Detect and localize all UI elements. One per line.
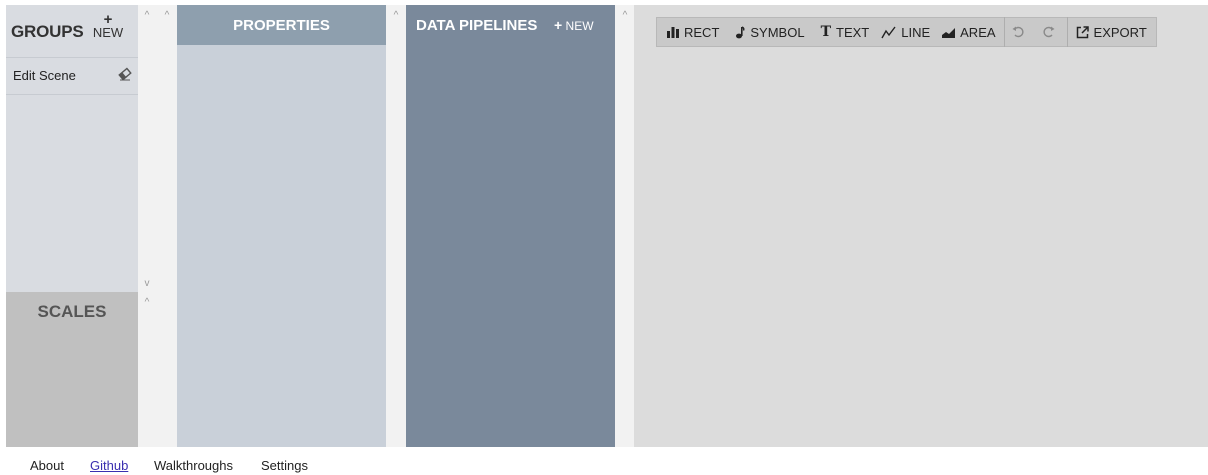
properties-title: PROPERTIES bbox=[233, 17, 330, 34]
properties-header: PROPERTIES bbox=[177, 5, 386, 45]
properties-scroll-up-icon[interactable]: ^ bbox=[161, 11, 173, 21]
groups-scrollbar[interactable]: ^ v ^ bbox=[138, 5, 157, 447]
add-area-button[interactable]: AREA bbox=[936, 18, 1003, 46]
walkthroughs-link[interactable]: Walkthroughs bbox=[154, 458, 233, 473]
export-button[interactable]: EXPORT bbox=[1068, 18, 1156, 46]
scales-panel: SCALES bbox=[6, 292, 138, 447]
edit-scene-item[interactable]: Edit Scene bbox=[6, 57, 138, 95]
rect-label: RECT bbox=[684, 24, 720, 40]
bar-chart-icon bbox=[667, 27, 679, 38]
export-icon bbox=[1076, 25, 1089, 38]
data-pipelines-title: DATA PIPELINES bbox=[416, 17, 538, 34]
area-label: AREA bbox=[960, 24, 996, 40]
new-group-label: NEW bbox=[92, 25, 124, 40]
settings-link[interactable]: Settings bbox=[261, 458, 308, 473]
groups-header: GROUPS + NEW bbox=[6, 5, 138, 53]
groups-scroll-down-icon[interactable]: v bbox=[141, 279, 153, 289]
plus-icon: + bbox=[554, 17, 563, 33]
symbol-label: SYMBOL bbox=[750, 24, 805, 40]
groups-scroll-up-icon[interactable]: ^ bbox=[141, 11, 153, 21]
footer: About Github Walkthroughs Settings bbox=[0, 456, 1208, 475]
add-text-button[interactable]: T TEXT bbox=[811, 18, 876, 46]
new-pipeline-label: NEW bbox=[565, 19, 594, 33]
mark-toolbar: RECT SYMBOL T TEXT LINE AREA EXPORT bbox=[656, 17, 1157, 47]
text-label: TEXT bbox=[836, 24, 870, 40]
properties-panel: PROPERTIES bbox=[177, 5, 386, 447]
scales-scroll-up-icon[interactable]: ^ bbox=[141, 298, 153, 308]
groups-panel: GROUPS + NEW Edit Scene bbox=[6, 5, 138, 292]
canvas-scroll-up-icon[interactable]: ^ bbox=[619, 11, 631, 21]
eraser-icon[interactable] bbox=[118, 67, 132, 86]
new-group-button[interactable]: + NEW bbox=[90, 12, 126, 40]
redo-icon bbox=[1043, 26, 1055, 38]
properties-left-rail[interactable]: ^ bbox=[157, 5, 177, 447]
about-link[interactable]: About bbox=[30, 458, 64, 473]
add-line-button[interactable]: LINE bbox=[875, 18, 936, 46]
pipelines-scroll-up-icon[interactable]: ^ bbox=[390, 11, 402, 21]
new-pipeline-button[interactable]: + NEW bbox=[554, 17, 594, 33]
undo-button[interactable] bbox=[1005, 18, 1036, 46]
line-chart-icon bbox=[881, 26, 896, 38]
music-note-icon bbox=[736, 25, 745, 38]
pipelines-left-rail[interactable]: ^ bbox=[386, 5, 406, 447]
github-link[interactable]: Github bbox=[90, 458, 128, 473]
redo-button[interactable] bbox=[1036, 18, 1067, 46]
visualization-canvas[interactable]: RECT SYMBOL T TEXT LINE AREA EXPORT bbox=[634, 5, 1208, 447]
edit-scene-label: Edit Scene bbox=[13, 68, 76, 83]
canvas-left-rail[interactable]: ^ bbox=[615, 5, 634, 447]
area-chart-icon bbox=[942, 27, 956, 38]
undo-icon bbox=[1012, 26, 1024, 38]
add-rect-button[interactable]: RECT bbox=[657, 18, 725, 46]
line-label: LINE bbox=[901, 24, 931, 40]
export-label: EXPORT bbox=[1093, 24, 1147, 40]
groups-title: GROUPS bbox=[11, 22, 84, 41]
data-pipelines-panel: DATA PIPELINES + NEW bbox=[406, 5, 615, 447]
text-icon: T bbox=[820, 24, 831, 40]
add-symbol-button[interactable]: SYMBOL bbox=[725, 18, 810, 46]
scales-title: SCALES bbox=[37, 302, 107, 321]
